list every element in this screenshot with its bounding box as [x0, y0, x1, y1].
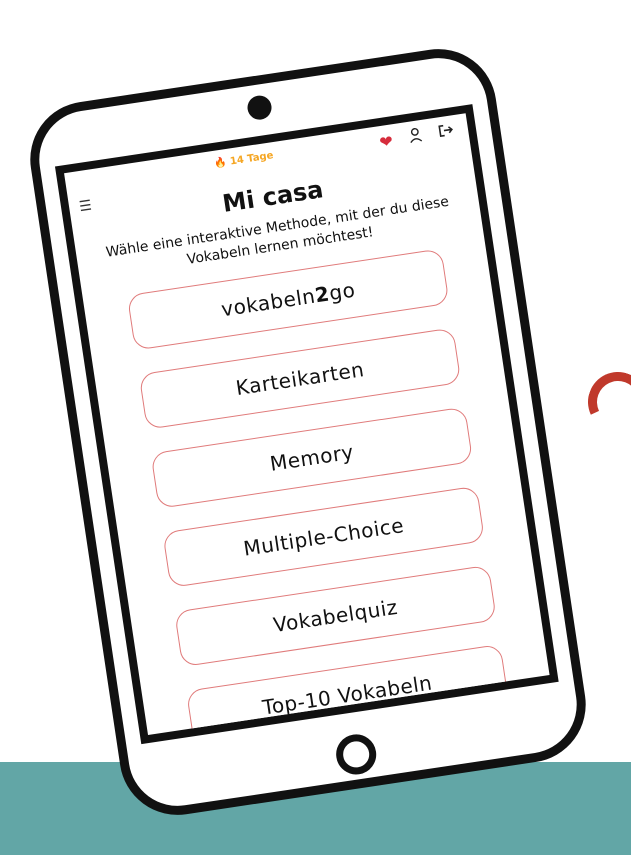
- decorative-red-arc: [579, 363, 631, 441]
- method-list: vokabeln 2 go Karteikarten Memory Multiple…: [126, 248, 509, 745]
- streak-badge: 🔥 14 Tage: [213, 150, 275, 170]
- top-icons: ❤: [378, 121, 456, 153]
- vokabeln2go-part1: vokabeln: [219, 283, 317, 322]
- vokabeln2go-part3: go: [327, 277, 357, 306]
- heart-icon[interactable]: ❤: [378, 131, 394, 152]
- user-icon[interactable]: [407, 126, 424, 149]
- logout-icon[interactable]: [437, 122, 456, 143]
- app-screen: 🔥 14 Tage ❤ ☰ Mi casa Wähle eine interak…: [54, 104, 559, 745]
- tablet-frame: 🔥 14 Tage ❤ ☰ Mi casa Wähle eine interak…: [22, 41, 594, 823]
